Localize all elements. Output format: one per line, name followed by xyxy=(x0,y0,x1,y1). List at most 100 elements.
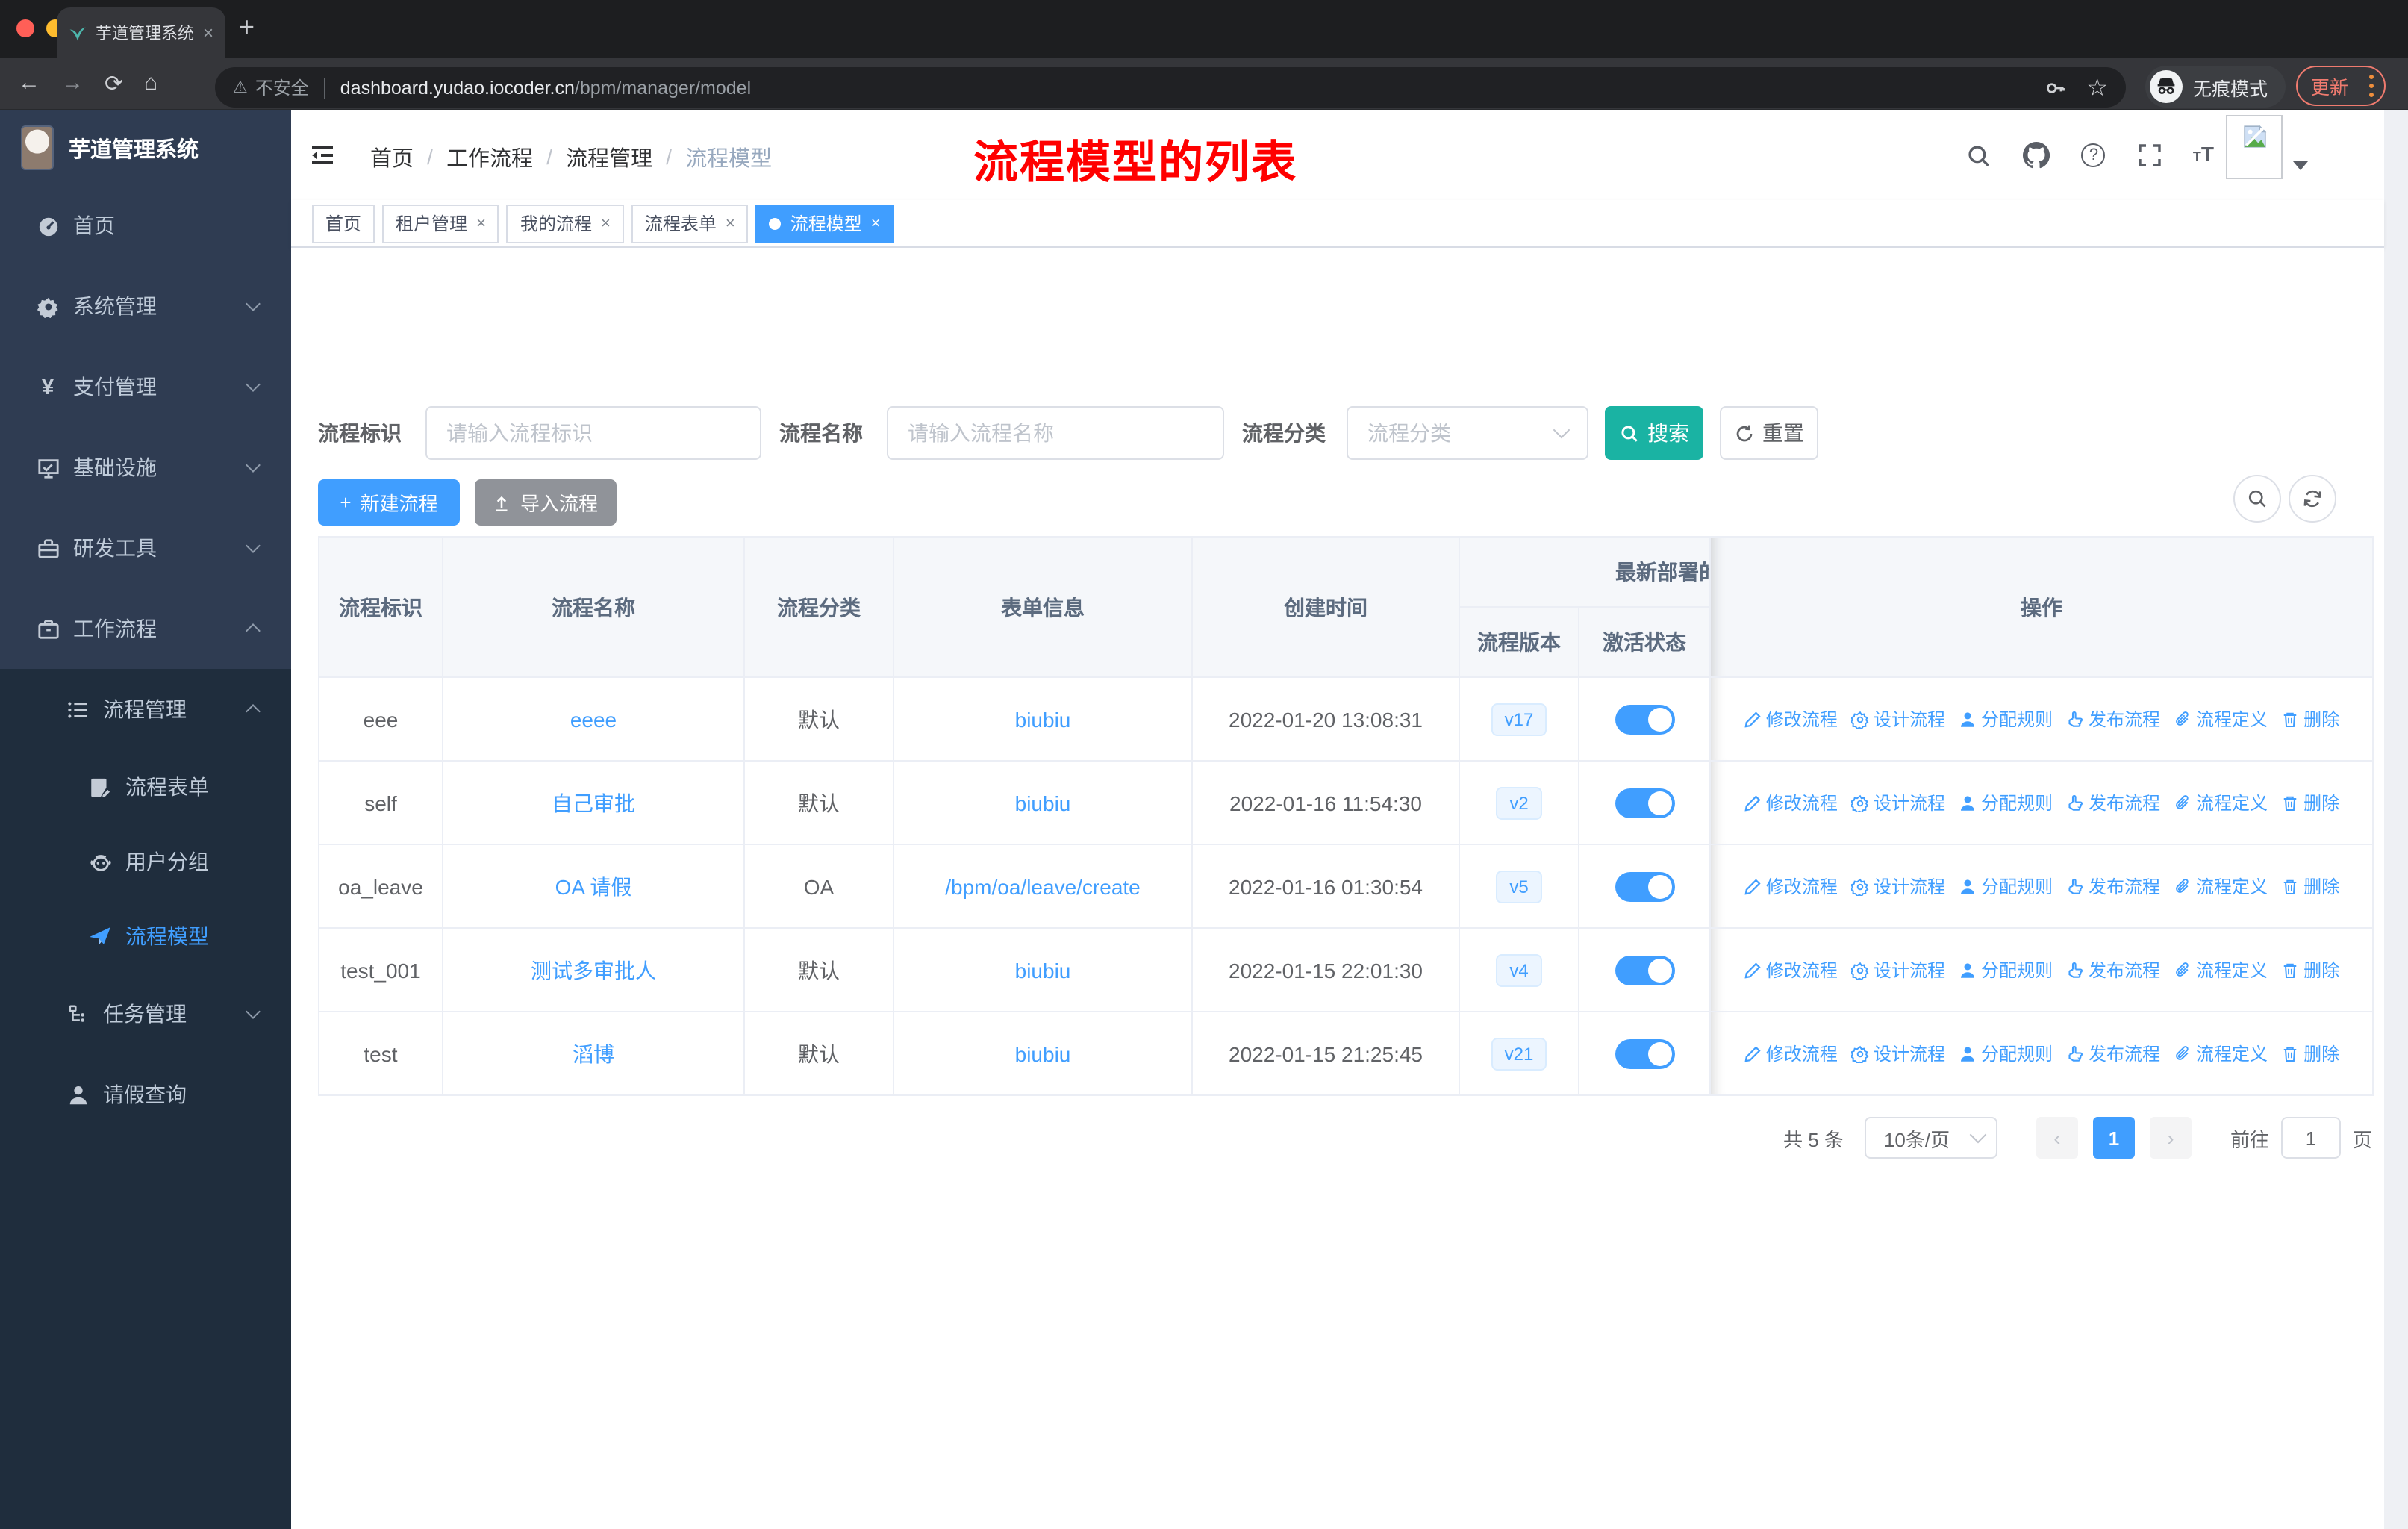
form-info-link[interactable]: biubiu xyxy=(1015,958,1071,982)
tag-my-process[interactable]: 我的流程 × xyxy=(506,204,624,243)
prev-page-button[interactable]: ‹ xyxy=(2036,1117,2078,1159)
process-name-link[interactable]: eeee xyxy=(570,707,617,731)
filter-name-input[interactable] xyxy=(887,406,1224,460)
sidebar-collapse-icon[interactable] xyxy=(309,142,336,169)
form-info-link[interactable]: biubiu xyxy=(1015,1041,1071,1065)
process-definition-link[interactable]: 流程定义 xyxy=(2174,957,2268,983)
breadcrumb-workflow[interactable]: 工作流程 xyxy=(446,142,533,173)
sidebar-item-workflow[interactable]: 工作流程 xyxy=(0,588,291,669)
sidebar-item-task-management[interactable]: 任务管理 xyxy=(0,974,291,1054)
browser-tab[interactable]: 芋道管理系统 × xyxy=(57,7,225,58)
close-icon[interactable]: × xyxy=(871,214,881,232)
sidebar-item-process-form[interactable]: 流程表单 xyxy=(0,750,291,824)
new-tab-button[interactable]: + xyxy=(239,12,255,43)
edit-process-link[interactable]: 修改流程 xyxy=(1744,790,1838,815)
edit-process-link[interactable]: 修改流程 xyxy=(1744,1041,1838,1066)
edit-process-link[interactable]: 修改流程 xyxy=(1744,874,1838,899)
sidebar-item-system-management[interactable]: 系统管理 xyxy=(0,266,291,346)
breadcrumb-home[interactable]: 首页 xyxy=(370,142,414,173)
reload-icon[interactable]: ⟳ xyxy=(105,70,123,97)
filter-category-select[interactable]: 流程分类 xyxy=(1347,406,1588,460)
breadcrumb-process-management[interactable]: 流程管理 xyxy=(566,142,652,173)
create-process-button[interactable]: + 新建流程 xyxy=(318,479,460,526)
assign-rule-link[interactable]: 分配规则 xyxy=(1959,1041,2053,1066)
sidebar-item-process-management[interactable]: 流程管理 xyxy=(0,669,291,750)
help-icon[interactable]: ? xyxy=(2081,143,2106,167)
menu-dots-icon[interactable] xyxy=(2368,74,2374,98)
browser-update-button[interactable]: 更新 xyxy=(2296,66,2386,106)
address-bar[interactable]: ⚠ 不安全 dashboard.yudao.iocoder.cn /bpm/ma… xyxy=(215,67,2126,108)
security-label[interactable]: 不安全 xyxy=(255,75,309,100)
active-toggle[interactable] xyxy=(1615,871,1674,901)
sidebar-logo[interactable]: 芋道管理系统 xyxy=(0,110,291,185)
tag-home[interactable]: 首页 xyxy=(312,204,375,243)
sidebar-item-payment-management[interactable]: ¥ 支付管理 xyxy=(0,346,291,427)
publish-process-link[interactable]: 发布流程 xyxy=(2066,1041,2160,1066)
process-name-link[interactable]: OA 请假 xyxy=(555,874,632,898)
form-info-link[interactable]: biubiu xyxy=(1015,791,1071,815)
design-process-link[interactable]: 设计流程 xyxy=(1850,790,1945,815)
avatar-caret-icon[interactable] xyxy=(2293,161,2308,170)
design-process-link[interactable]: 设计流程 xyxy=(1850,1041,1945,1066)
delete-link[interactable]: 删除 xyxy=(2281,1041,2339,1066)
delete-link[interactable]: 删除 xyxy=(2281,790,2339,815)
github-icon[interactable] xyxy=(2023,142,2050,169)
delete-link[interactable]: 删除 xyxy=(2281,957,2339,983)
publish-process-link[interactable]: 发布流程 xyxy=(2066,874,2160,899)
close-icon[interactable]: × xyxy=(726,214,735,232)
sidebar-item-dev-tools[interactable]: 研发工具 xyxy=(0,508,291,588)
publish-process-link[interactable]: 发布流程 xyxy=(2066,790,2160,815)
form-info-link[interactable]: biubiu xyxy=(1015,707,1071,731)
close-window-button[interactable] xyxy=(16,19,34,37)
avatar[interactable] xyxy=(2226,115,2283,179)
close-icon[interactable]: × xyxy=(476,214,486,232)
assign-rule-link[interactable]: 分配规则 xyxy=(1959,874,2053,899)
assign-rule-link[interactable]: 分配规则 xyxy=(1959,957,2053,983)
sidebar-item-leave-query[interactable]: 请假查询 xyxy=(0,1054,291,1135)
reset-button[interactable]: 重置 xyxy=(1720,406,1818,460)
active-toggle[interactable] xyxy=(1615,704,1674,734)
table-search-button[interactable] xyxy=(2233,475,2281,523)
page-size-select[interactable]: 10条/页 xyxy=(1864,1117,1997,1159)
design-process-link[interactable]: 设计流程 xyxy=(1850,874,1945,899)
close-icon[interactable]: × xyxy=(601,214,611,232)
delete-link[interactable]: 删除 xyxy=(2281,706,2339,732)
publish-process-link[interactable]: 发布流程 xyxy=(2066,957,2160,983)
sidebar-item-infrastructure[interactable]: 基础设施 xyxy=(0,427,291,508)
table-refresh-button[interactable] xyxy=(2289,475,2336,523)
key-icon[interactable] xyxy=(2044,77,2065,98)
design-process-link[interactable]: 设计流程 xyxy=(1850,957,1945,983)
edit-process-link[interactable]: 修改流程 xyxy=(1744,706,1838,732)
process-name-link[interactable]: 滔博 xyxy=(573,1041,614,1065)
forward-icon[interactable]: → xyxy=(61,70,84,97)
active-toggle[interactable] xyxy=(1615,955,1674,985)
delete-link[interactable]: 删除 xyxy=(2281,874,2339,899)
process-definition-link[interactable]: 流程定义 xyxy=(2174,790,2268,815)
process-definition-link[interactable]: 流程定义 xyxy=(2174,1041,2268,1066)
tag-process-form[interactable]: 流程表单 × xyxy=(631,204,749,243)
next-page-button[interactable]: › xyxy=(2149,1117,2192,1159)
form-info-link[interactable]: /bpm/oa/leave/create xyxy=(945,874,1141,898)
process-name-link[interactable]: 自己审批 xyxy=(552,791,635,815)
search-icon[interactable] xyxy=(1966,143,1991,168)
goto-page-input[interactable] xyxy=(2280,1117,2341,1159)
current-page-button[interactable]: 1 xyxy=(2092,1117,2135,1159)
assign-rule-link[interactable]: 分配规则 xyxy=(1959,790,2053,815)
publish-process-link[interactable]: 发布流程 xyxy=(2066,706,2160,732)
sidebar-item-user-group[interactable]: 用户分组 xyxy=(0,824,291,899)
back-icon[interactable]: ← xyxy=(18,70,40,97)
sidebar-item-home[interactable]: 首页 xyxy=(0,185,291,266)
process-name-link[interactable]: 测试多审批人 xyxy=(531,958,656,982)
search-button[interactable]: 搜索 xyxy=(1605,406,1703,460)
edit-process-link[interactable]: 修改流程 xyxy=(1744,957,1838,983)
active-toggle[interactable] xyxy=(1615,788,1674,818)
tag-tenant[interactable]: 租户管理 × xyxy=(382,204,499,243)
assign-rule-link[interactable]: 分配规则 xyxy=(1959,706,2053,732)
home-icon[interactable]: ⌂ xyxy=(144,70,157,97)
fullscreen-icon[interactable] xyxy=(2137,143,2161,167)
tab-close-icon[interactable]: × xyxy=(203,24,213,42)
process-definition-link[interactable]: 流程定义 xyxy=(2174,706,2268,732)
filter-id-input[interactable] xyxy=(425,406,761,460)
import-process-button[interactable]: 导入流程 xyxy=(475,479,617,526)
font-size-icon[interactable]: TT xyxy=(2193,142,2214,169)
